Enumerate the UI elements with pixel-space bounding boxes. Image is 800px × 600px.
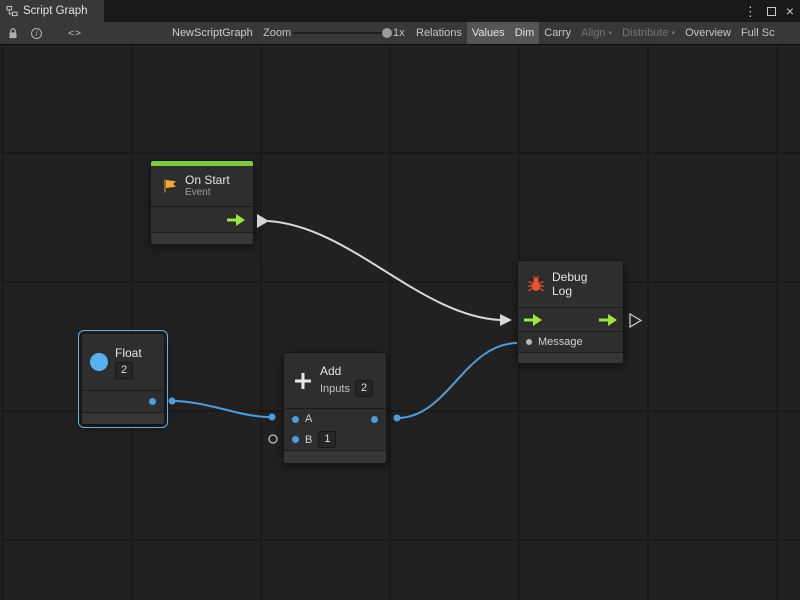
- tab-title: Script Graph: [23, 5, 88, 17]
- chevron-down-icon: ▾: [609, 29, 613, 37]
- add-input-b-port[interactable]: [292, 436, 299, 443]
- flow-output-port[interactable]: [227, 214, 245, 226]
- bug-icon: [527, 275, 545, 293]
- align-label: Align: [581, 27, 605, 39]
- fullscreen-button[interactable]: Full Sc: [736, 22, 780, 44]
- relations-button[interactable]: Relations: [411, 22, 467, 44]
- node-title: Add: [320, 364, 341, 378]
- add-output-port[interactable]: [371, 416, 378, 423]
- message-label: Message: [538, 336, 583, 348]
- graph-toolbar: i <> NewScriptGraph Zoom 1x Relations Va…: [0, 22, 800, 45]
- plus-icon: [293, 371, 313, 391]
- float-output-row: [82, 390, 164, 412]
- on-start-header: On Start Event: [151, 166, 253, 206]
- window-controls: ⋮ ×: [744, 0, 794, 22]
- tab-bar: Script Graph ⋮ ×: [0, 0, 800, 22]
- flag-icon: [160, 177, 178, 195]
- float-icon: [90, 353, 108, 371]
- node-subtitle: Event: [185, 187, 211, 199]
- node-title: Debug: [552, 270, 587, 284]
- zoom-slider-handle[interactable]: [382, 28, 392, 38]
- add-input-a-port[interactable]: [292, 416, 299, 423]
- add-input-a-label: A: [305, 413, 312, 425]
- chevron-down-icon: ▾: [672, 29, 676, 37]
- menu-icon[interactable]: ⋮: [744, 5, 757, 18]
- maximize-icon[interactable]: [767, 7, 776, 16]
- toolbar-buttons: Relations Values Dim Carry Align ▾ Distr…: [411, 22, 780, 44]
- node-footer: [151, 232, 253, 244]
- add-port-a-row: A: [284, 408, 386, 429]
- add-port-b-row: B 1: [284, 429, 386, 450]
- script-graph-window: Script Graph ⋮ × i <> NewScriptGraph Zoo…: [0, 0, 800, 600]
- tab-script-graph[interactable]: Script Graph: [0, 0, 104, 22]
- align-dropdown: Align ▾: [576, 22, 617, 44]
- node-title: On Start: [185, 173, 230, 187]
- carry-button[interactable]: Carry: [539, 22, 576, 44]
- info-icon[interactable]: i: [31, 28, 42, 39]
- zoom-slider-track[interactable]: [293, 32, 388, 34]
- node-subtitle: Inputs: [320, 383, 350, 395]
- overview-button[interactable]: Overview: [680, 22, 736, 44]
- dim-button[interactable]: Dim: [510, 22, 540, 44]
- debug-log-header: Debug Log: [518, 261, 623, 307]
- message-input-row: Message: [518, 331, 623, 352]
- close-icon[interactable]: ×: [786, 4, 794, 18]
- lock-icon[interactable]: [7, 27, 19, 40]
- node-footer: [82, 412, 164, 424]
- debug-flow-row: [518, 307, 623, 331]
- add-header: Add Inputs 2: [284, 353, 386, 408]
- script-graph-icon: [6, 5, 18, 17]
- float-value-field[interactable]: 2: [115, 362, 133, 379]
- node-footer: [284, 450, 386, 463]
- float-literal-node[interactable]: Float 2: [81, 333, 165, 425]
- graph-canvas[interactable]: [0, 45, 800, 600]
- flow-input-port[interactable]: [524, 314, 542, 326]
- node-subtitle: Log: [552, 284, 572, 298]
- zoom-value-label: 1x: [393, 27, 405, 39]
- graph-name-label: NewScriptGraph: [172, 27, 253, 39]
- on-start-flow-row: [151, 206, 253, 232]
- zoom-label: Zoom: [263, 27, 291, 39]
- distribute-dropdown: Distribute ▾: [617, 22, 680, 44]
- add-inputs-count-field[interactable]: 2: [355, 380, 373, 397]
- debug-log-node[interactable]: Debug Log Message: [517, 260, 624, 364]
- float-header: Float 2: [82, 334, 164, 390]
- node-footer: [518, 352, 623, 363]
- message-input-port[interactable]: [526, 339, 532, 345]
- values-button[interactable]: Values: [467, 22, 510, 44]
- flow-output-port[interactable]: [599, 314, 617, 326]
- float-output-port[interactable]: [149, 398, 156, 405]
- distribute-label: Distribute: [622, 27, 668, 39]
- code-icon[interactable]: <>: [68, 28, 82, 39]
- toolbar-left-icons: i <>: [7, 22, 82, 44]
- add-input-b-label: B: [305, 434, 312, 446]
- node-title: Float: [115, 346, 142, 360]
- on-start-event-node[interactable]: On Start Event: [150, 160, 254, 245]
- add-node[interactable]: Add Inputs 2 A B 1: [283, 352, 387, 464]
- add-input-b-value-field[interactable]: 1: [318, 431, 336, 448]
